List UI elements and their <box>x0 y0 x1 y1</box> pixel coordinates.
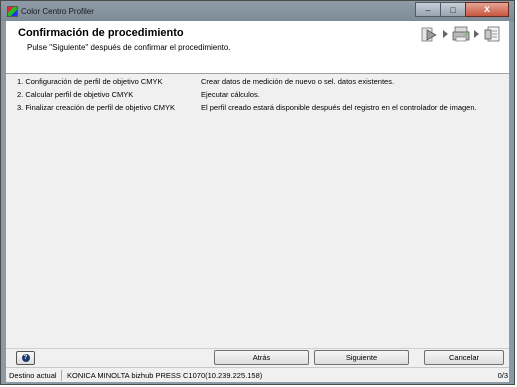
procedure-list: 1. Configuración de perfil de objetivo C… <box>6 74 509 349</box>
status-bar: Destino actual KONICA MINOLTA bizhub PRE… <box>6 367 509 382</box>
window-controls: – □ x <box>415 2 509 18</box>
document-step-icon <box>483 25 501 43</box>
next-button[interactable]: Siguiente <box>314 350 409 365</box>
window-title: Color Centro Profiler <box>21 7 94 16</box>
step-arrow-icon <box>474 30 479 38</box>
step-description: Ejecutar cálculos. <box>201 90 260 99</box>
footer-divider <box>6 348 509 349</box>
back-button[interactable]: Atrás <box>214 350 309 365</box>
title-bar[interactable]: Color Centro Profiler – □ x <box>1 1 514 21</box>
printer-step-icon <box>452 25 470 43</box>
close-button[interactable]: x <box>465 2 509 17</box>
help-button[interactable]: ? <box>16 351 35 365</box>
page-subtitle: Pulse "Siguiente" después de confirmar e… <box>27 43 231 52</box>
page-title: Confirmación de procedimiento <box>18 27 184 39</box>
step-description: El perfil creado estará disponible despu… <box>201 103 477 112</box>
application-window: Color Centro Profiler – □ x Confirmación… <box>0 0 515 385</box>
wizard-header: Confirmación de procedimiento Pulse "Sig… <box>6 21 509 74</box>
step-description: Crear datos de medición de nuevo o sel. … <box>201 77 395 86</box>
step-arrow-icon <box>443 30 448 38</box>
step-label: 3. Finalizar creación de perfil de objet… <box>17 103 175 112</box>
status-count: 0/3 <box>497 371 508 380</box>
client-area: Confirmación de procedimiento Pulse "Sig… <box>6 21 509 382</box>
play-step-icon <box>421 25 439 43</box>
minimize-button[interactable]: – <box>415 2 441 17</box>
status-label: Destino actual <box>9 371 57 380</box>
step-label: 1. Configuración de perfil de objetivo C… <box>17 77 163 86</box>
status-target-value: KONICA MINOLTA bizhub PRESS C1070(10.239… <box>67 371 263 380</box>
wizard-step-indicator <box>421 25 501 43</box>
step-label: 2. Calcular perfil de objetivo CMYK <box>17 90 134 99</box>
maximize-button[interactable]: □ <box>440 2 466 17</box>
help-icon: ? <box>21 354 30 362</box>
status-divider <box>61 370 62 381</box>
cancel-button[interactable]: Cancelar <box>424 350 504 365</box>
app-icon <box>7 6 18 17</box>
